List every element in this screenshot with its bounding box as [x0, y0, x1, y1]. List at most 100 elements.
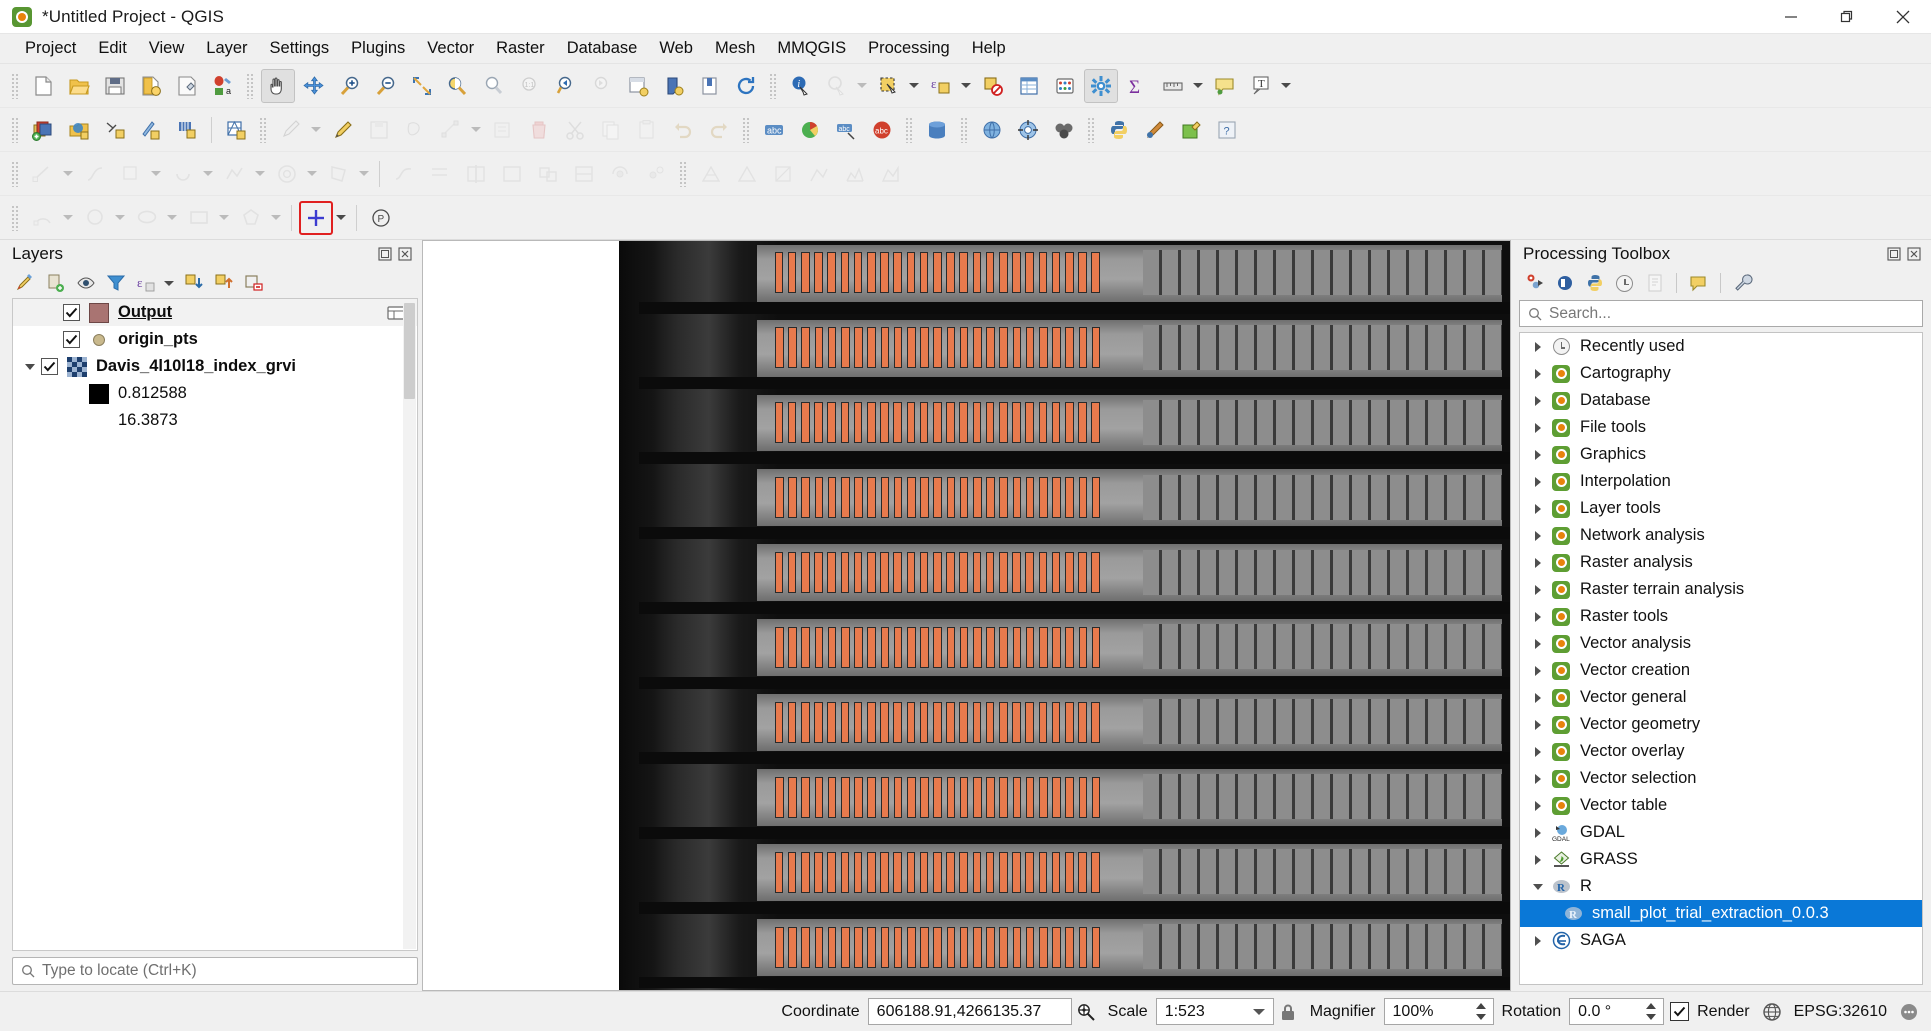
vertex-tool-icon[interactable]	[434, 113, 468, 147]
plot-polygon[interactable]	[1052, 477, 1061, 518]
undo-icon[interactable]	[666, 113, 700, 147]
plot-polygon[interactable]	[1012, 251, 1021, 293]
plot-polygon[interactable]	[1078, 852, 1087, 894]
plot-polygon[interactable]	[827, 927, 837, 969]
data-source-manager-icon[interactable]	[62, 113, 96, 147]
open-model-icon[interactable]	[1521, 270, 1548, 296]
ellipse-tool-icon[interactable]	[130, 201, 164, 235]
new-project-icon[interactable]	[26, 69, 60, 103]
label-icon[interactable]: abc	[757, 113, 791, 147]
toolbar-grip-db[interactable]	[905, 116, 914, 143]
menu-settings[interactable]: Settings	[259, 36, 341, 61]
plot-polygon[interactable]	[827, 852, 836, 894]
plot-polygon[interactable]	[998, 552, 1008, 593]
plot-polygon[interactable]	[919, 251, 929, 293]
plot-polygon[interactable]	[774, 777, 784, 819]
create-new-script-icon[interactable]	[1581, 270, 1608, 296]
plot-polygon[interactable]	[946, 251, 955, 293]
plot-polygon[interactable]	[853, 402, 863, 443]
plot-polygon[interactable]	[985, 702, 995, 744]
message-log-icon[interactable]	[1895, 999, 1923, 1025]
plot-polygon[interactable]	[814, 552, 823, 593]
processing-group-item[interactable]: Layer tools	[1520, 495, 1922, 522]
plot-polygon[interactable]	[986, 627, 995, 669]
menu-plugins[interactable]: Plugins	[340, 36, 416, 61]
plot-polygon[interactable]	[906, 927, 916, 969]
plot-polygon[interactable]	[933, 927, 942, 969]
copy-features-icon[interactable]	[594, 113, 628, 147]
toolbar-grip-plugins[interactable]	[1087, 116, 1096, 143]
plot-polygon[interactable]	[814, 327, 824, 368]
open-project-icon[interactable]	[62, 69, 96, 103]
chevron-right-icon[interactable]	[1526, 773, 1550, 784]
processing-group-item[interactable]: Vector creation	[1520, 657, 1922, 684]
chevron-right-icon[interactable]	[1526, 638, 1550, 649]
circular-string-dropdown[interactable]	[61, 201, 75, 235]
plot-polygon[interactable]	[1025, 552, 1034, 593]
layer-visibility-checkbox-raster[interactable]	[41, 358, 58, 375]
plot-polygon[interactable]	[906, 477, 916, 518]
add-mesh-layer-icon[interactable]	[219, 113, 253, 147]
plot-polygon[interactable]	[893, 777, 903, 819]
plot-polygon[interactable]	[999, 927, 1008, 969]
plot-polygon[interactable]	[920, 927, 929, 969]
plot-polygon[interactable]	[919, 552, 929, 593]
plot-polygon[interactable]	[840, 402, 850, 443]
plot-polygon[interactable]	[788, 477, 797, 518]
plot-polygon[interactable]	[1078, 702, 1087, 744]
plot-polygon[interactable]	[1012, 402, 1021, 443]
plot-polygon[interactable]	[972, 627, 982, 669]
plot-polygon[interactable]	[1025, 402, 1034, 443]
plot-polygon[interactable]	[1012, 777, 1022, 819]
lock-scale-icon[interactable]	[1274, 999, 1302, 1025]
plot-polygon[interactable]	[801, 477, 810, 518]
save-layer-edits-icon[interactable]	[362, 113, 396, 147]
add-point-dropdown[interactable]	[334, 201, 348, 235]
add-ring-icon[interactable]	[270, 157, 304, 191]
locator-input[interactable]: Type to locate (Ctrl+K)	[12, 957, 418, 985]
python-console-icon[interactable]	[1102, 113, 1136, 147]
measure-dropdown[interactable]	[1191, 69, 1205, 103]
menu-mesh[interactable]: Mesh	[704, 36, 766, 61]
regular-polygon-dropdown[interactable]	[269, 201, 283, 235]
circle-tool-dropdown[interactable]	[113, 201, 127, 235]
plot-polygon[interactable]	[1025, 702, 1034, 744]
plot-polygon[interactable]	[840, 477, 850, 518]
plot-polygon[interactable]	[1078, 777, 1088, 819]
plot-polygon[interactable]	[1091, 552, 1100, 593]
plot-polygon[interactable]	[1012, 327, 1022, 368]
zoom-full-icon[interactable]	[405, 69, 439, 103]
plot-polygon[interactable]	[999, 477, 1008, 518]
plot-polygon[interactable]	[985, 251, 995, 293]
field-calculator-icon[interactable]	[1048, 69, 1082, 103]
plot-polygon[interactable]	[893, 852, 902, 894]
plot-polygon[interactable]	[906, 627, 916, 669]
layer-row-output[interactable]: Output	[13, 299, 417, 326]
current-edits-icon[interactable]	[274, 113, 308, 147]
move-feature-dropdown[interactable]	[149, 157, 163, 191]
plot-polygon[interactable]	[1065, 327, 1074, 368]
plot-polygon[interactable]	[986, 927, 995, 969]
plot-polygon[interactable]	[1091, 251, 1100, 293]
add-vector-layer-icon[interactable]	[98, 113, 132, 147]
map-tips-icon[interactable]	[1208, 69, 1242, 103]
plot-polygon[interactable]	[906, 852, 916, 894]
plot-polygon[interactable]	[867, 627, 876, 669]
filter-legend-icon[interactable]	[102, 270, 130, 296]
plot-polygon[interactable]	[1038, 627, 1048, 669]
split-features-icon[interactable]	[459, 157, 493, 191]
chevron-right-icon[interactable]	[1526, 368, 1550, 379]
plot-polygon[interactable]	[893, 627, 903, 669]
plot-polygon[interactable]	[1025, 627, 1035, 669]
menu-database[interactable]: Database	[556, 36, 649, 61]
add-part-dropdown[interactable]	[357, 157, 371, 191]
pan-map-icon[interactable]	[261, 68, 295, 103]
options-wrench-icon[interactable]	[1729, 270, 1756, 296]
add-ring-dropdown[interactable]	[305, 157, 319, 191]
plot-polygon[interactable]	[959, 477, 969, 518]
plot-polygon[interactable]	[866, 852, 876, 894]
plot-polygon[interactable]	[800, 852, 810, 894]
plot-polygon[interactable]	[946, 552, 955, 593]
plot-polygon[interactable]	[800, 552, 810, 593]
plot-polygon[interactable]	[880, 777, 890, 819]
